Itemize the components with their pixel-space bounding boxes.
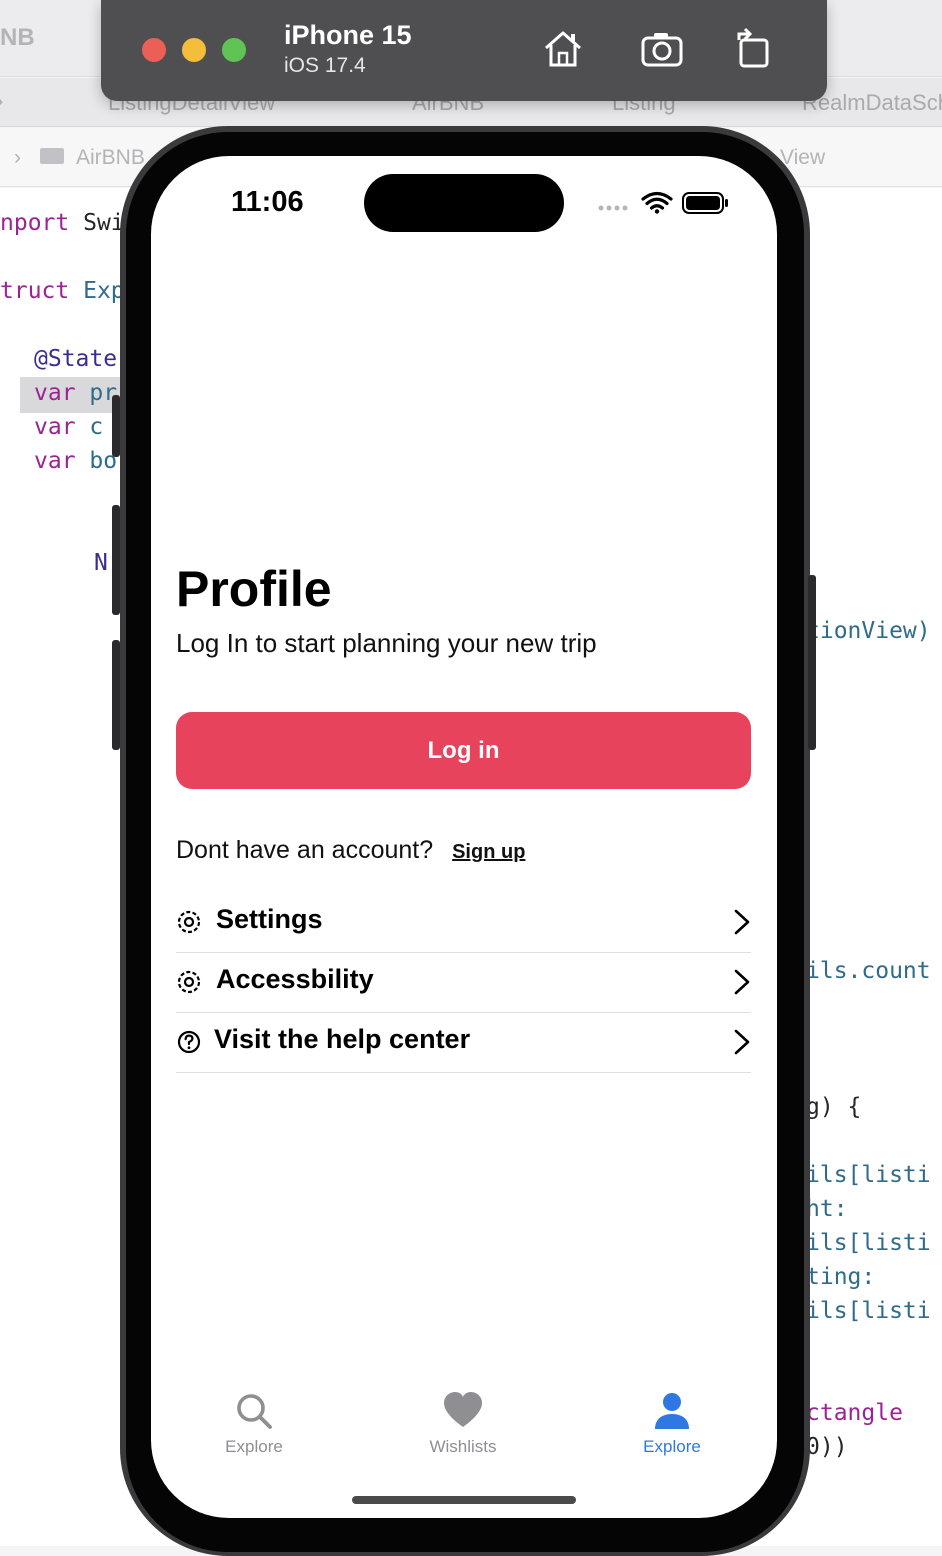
page-subtitle: Log In to start planning your new trip bbox=[176, 628, 597, 658]
wifi-icon bbox=[641, 191, 673, 214]
code-line: ils[listi bbox=[806, 1230, 931, 1256]
tab-label: Wishlists bbox=[429, 1437, 497, 1456]
code-line: 0)) bbox=[806, 1434, 848, 1460]
code-line: ht: bbox=[806, 1196, 848, 1222]
volume-up-button bbox=[112, 505, 120, 615]
battery-icon bbox=[682, 192, 728, 214]
status-time: 11:06 bbox=[231, 186, 304, 218]
xcode-app-name: NB bbox=[0, 24, 35, 51]
chevron-right-icon: › bbox=[0, 88, 3, 114]
signup-link[interactable]: Sign up bbox=[452, 841, 525, 863]
code-line: ctangle bbox=[806, 1400, 903, 1426]
action-button bbox=[112, 395, 120, 457]
simulator-title-bar[interactable]: iPhone 15 iOS 17.4 bbox=[101, 0, 827, 101]
volume-down-button bbox=[112, 640, 120, 750]
code-line: ting: bbox=[806, 1264, 876, 1290]
tab-label: Explore bbox=[225, 1437, 283, 1456]
dynamic-island bbox=[364, 174, 564, 232]
menu-item-label: Accessbility bbox=[216, 964, 374, 994]
signup-prompt: Dont have an account? bbox=[176, 836, 434, 864]
breadcrumb-item[interactable]: AirBNB bbox=[76, 146, 145, 170]
status-icons bbox=[598, 191, 728, 214]
code-line: @State bbox=[34, 346, 118, 372]
chevron-right-icon: › bbox=[14, 146, 21, 169]
code-line: var pr bbox=[34, 380, 118, 406]
code-line: N bbox=[94, 550, 108, 576]
device-name: iPhone 15 bbox=[284, 20, 412, 50]
os-version: iOS 17.4 bbox=[284, 54, 366, 77]
chevron-right-icon bbox=[734, 969, 750, 995]
code-line: var bo bbox=[34, 448, 118, 474]
menu-item-label: Settings bbox=[216, 904, 323, 934]
code-line: ils[listi bbox=[806, 1298, 931, 1324]
menu-item-accessibility[interactable]: Accessbility bbox=[176, 952, 751, 1013]
home-indicator[interactable] bbox=[352, 1496, 576, 1504]
heart-icon bbox=[444, 1392, 482, 1427]
login-button[interactable]: Log in bbox=[176, 712, 751, 789]
close-window-button[interactable] bbox=[142, 38, 166, 62]
power-button bbox=[808, 575, 816, 750]
help-circle-icon bbox=[177, 1030, 201, 1054]
phone-screen: 11:06 Profile Log In to start planning y… bbox=[151, 156, 777, 1518]
signup-row: Dont have an account? Sign up bbox=[176, 836, 525, 865]
page-title: Profile bbox=[176, 561, 332, 617]
code-line: truct Exp bbox=[0, 278, 125, 304]
tab-explore-profile[interactable]: Explore bbox=[602, 1391, 742, 1457]
gear-icon bbox=[177, 970, 201, 994]
search-icon bbox=[237, 1394, 272, 1429]
gear-icon bbox=[177, 910, 201, 934]
minimize-window-button[interactable] bbox=[182, 38, 206, 62]
chevron-right-icon bbox=[734, 909, 750, 935]
screenshot-icon[interactable] bbox=[639, 26, 685, 72]
menu-item-label: Visit the help center bbox=[214, 1024, 471, 1054]
code-line: tionView) bbox=[806, 618, 931, 644]
code-line: ils[listi bbox=[806, 1162, 931, 1188]
code-line: ils.count bbox=[806, 958, 931, 984]
tab-label: Explore bbox=[643, 1437, 701, 1456]
folder-icon bbox=[40, 148, 64, 164]
tab-explore-search[interactable]: Explore bbox=[184, 1391, 324, 1457]
menu-item-help-center[interactable]: Visit the help center bbox=[176, 1012, 751, 1073]
code-line: g) { bbox=[806, 1094, 862, 1120]
home-icon[interactable] bbox=[540, 26, 586, 72]
code-line: var c bbox=[34, 414, 104, 440]
code-line: nport Swi bbox=[0, 210, 125, 236]
zoom-window-button[interactable] bbox=[222, 38, 246, 62]
person-icon bbox=[655, 1393, 689, 1429]
signal-dots-icon bbox=[598, 205, 628, 211]
tab-wishlists[interactable]: Wishlists bbox=[393, 1391, 533, 1457]
menu-item-settings[interactable]: Settings bbox=[176, 892, 751, 953]
chevron-right-icon bbox=[734, 1029, 750, 1055]
rotate-icon[interactable] bbox=[731, 26, 777, 72]
